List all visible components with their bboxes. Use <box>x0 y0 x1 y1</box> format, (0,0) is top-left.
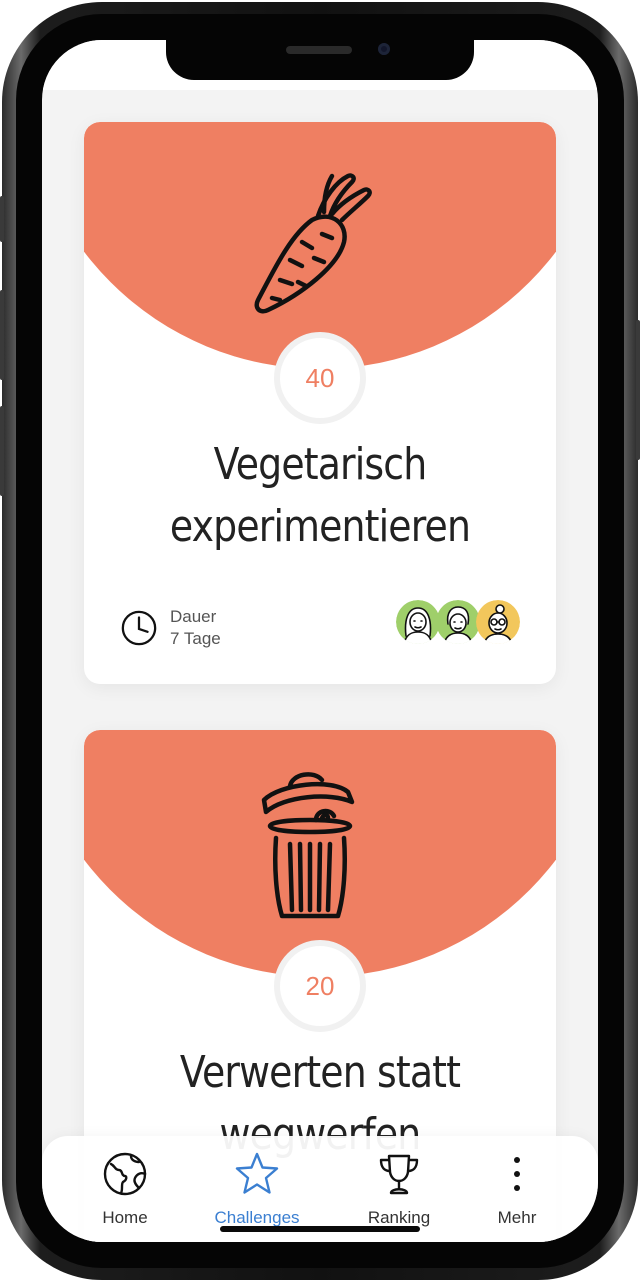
clock-icon <box>121 610 157 646</box>
star-icon <box>235 1152 279 1194</box>
challenge-card[interactable]: 40 Vegetarisch experimentieren Dauer 7 T… <box>84 122 556 684</box>
app-screen: 40 Vegetarisch experimentieren Dauer 7 T… <box>42 40 598 1242</box>
avatar <box>396 600 440 644</box>
duration-info: Dauer 7 Tage <box>120 604 221 652</box>
more-vertical-icon <box>514 1157 520 1191</box>
tab-label: Home <box>102 1208 148 1227</box>
trophy-icon <box>379 1154 419 1195</box>
volume-up-button <box>0 290 4 380</box>
tab-home[interactable]: Home <box>70 1150 180 1230</box>
tab-more[interactable]: Mehr <box>462 1150 572 1230</box>
title-line: experimentieren <box>169 501 471 552</box>
avatar <box>436 600 480 644</box>
challenge-title: Vegetarisch experimentieren <box>117 434 523 558</box>
notch <box>166 36 474 80</box>
tab-label: Challenges <box>214 1208 300 1227</box>
points-badge: 40 <box>274 332 366 424</box>
power-button <box>636 320 640 460</box>
home-indicator <box>220 1226 420 1232</box>
phone-frame: 40 Vegetarisch experimentieren Dauer 7 T… <box>0 0 640 1282</box>
front-camera <box>378 43 390 55</box>
title-line: Vegetarisch <box>213 439 428 490</box>
speaker <box>286 46 352 54</box>
globe-icon <box>103 1152 147 1196</box>
title-line: Verwerten statt <box>179 1047 461 1098</box>
mute-switch <box>0 196 4 242</box>
participant-avatars[interactable] <box>396 600 520 648</box>
duration-label: Dauer <box>170 607 217 626</box>
tab-challenges[interactable]: Challenges <box>202 1150 312 1230</box>
points-badge: 20 <box>274 940 366 1032</box>
carrot-icon <box>254 173 372 314</box>
tab-label: Mehr <box>497 1208 537 1227</box>
avatar <box>476 600 520 644</box>
duration-value: 7 Tage <box>170 629 221 648</box>
trash-can-icon <box>261 772 355 919</box>
duration-text: Dauer 7 Tage <box>170 606 221 650</box>
tab-ranking[interactable]: Ranking <box>344 1150 454 1230</box>
volume-down-button <box>0 406 4 496</box>
tab-label: Ranking <box>367 1208 431 1227</box>
